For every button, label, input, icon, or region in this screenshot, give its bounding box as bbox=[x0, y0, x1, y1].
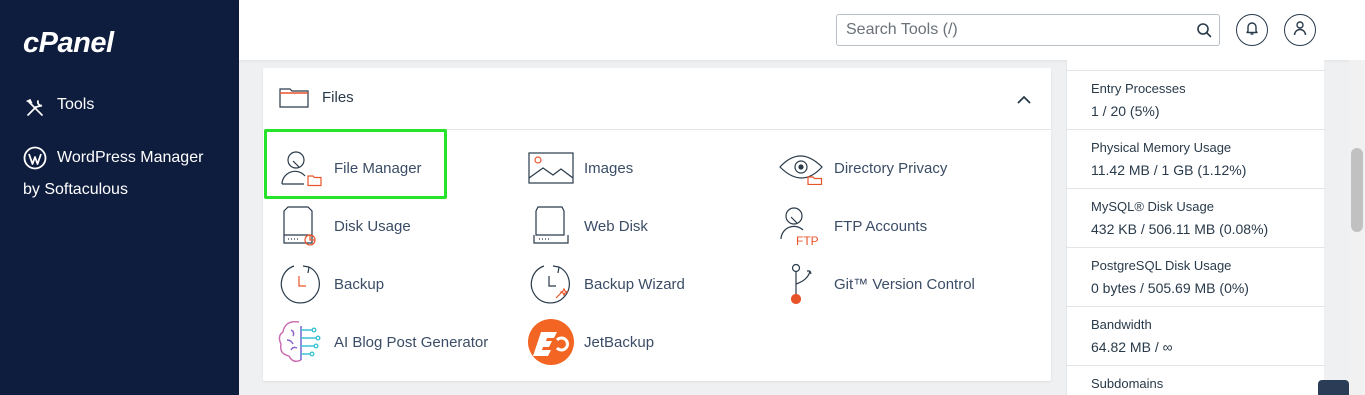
wordpress-icon bbox=[23, 146, 47, 170]
stat-value: 0 bytes / 505.69 MB (0%) bbox=[1091, 280, 1249, 296]
tool-directory-privacy[interactable]: Directory Privacy bbox=[777, 144, 947, 192]
stat-value: 64.82 MB / ∞ bbox=[1091, 339, 1173, 355]
tool-label: Backup Wizard bbox=[584, 275, 685, 293]
chevron-up-icon[interactable] bbox=[1017, 91, 1031, 109]
tool-jetbackup[interactable]: JetBackup bbox=[527, 318, 654, 366]
stat-label: MySQL® Disk Usage bbox=[1091, 199, 1214, 214]
stat-label: Bandwidth bbox=[1091, 317, 1152, 332]
tool-label: Directory Privacy bbox=[834, 159, 948, 177]
stat-physical-memory: Physical Memory Usage 11.42 MB / 1 GB (1… bbox=[1067, 129, 1325, 188]
search-input[interactable] bbox=[846, 21, 1189, 39]
sidebar-item-label-line2: by Softaculous bbox=[23, 181, 128, 198]
stat-value: 432 KB / 506.11 MB (0.08%) bbox=[1091, 221, 1269, 237]
tool-label: Web Disk bbox=[584, 217, 648, 235]
statistics-panel: Entry Processes 1 / 20 (5%) Physical Mem… bbox=[1066, 60, 1325, 395]
scrollbar-thumb[interactable] bbox=[1351, 148, 1363, 232]
stat-value: 11.42 MB / 1 GB (1.12%) bbox=[1091, 162, 1247, 178]
tools-icon bbox=[23, 96, 47, 120]
backup-icon bbox=[277, 260, 325, 308]
sidebar: cPanel Tools WordPress Manager by Softac… bbox=[0, 0, 239, 395]
tool-backup-wizard[interactable]: Backup Wizard bbox=[527, 260, 685, 308]
tool-label: AI Blog Post Generator bbox=[334, 333, 489, 351]
tool-ftp-accounts[interactable]: FTP FTP Accounts bbox=[777, 202, 927, 250]
tool-label: Disk Usage bbox=[334, 217, 411, 235]
top-header bbox=[239, 0, 1365, 60]
tool-web-disk[interactable]: Web Disk bbox=[527, 202, 648, 250]
user-icon bbox=[1293, 20, 1307, 41]
tool-label: Images bbox=[584, 159, 634, 177]
user-menu-button[interactable] bbox=[1284, 14, 1316, 46]
tool-git-version-control[interactable]: Git™ Version Control bbox=[777, 260, 975, 308]
files-panel: Files File Manager Images Directory Priv… bbox=[263, 68, 1051, 381]
stat-bandwidth: Bandwidth 64.82 MB / ∞ bbox=[1067, 306, 1325, 365]
ai-blog-icon bbox=[277, 318, 325, 366]
tool-disk-usage[interactable]: Disk Usage bbox=[277, 202, 411, 250]
tool-label: Git™ Version Control bbox=[834, 275, 975, 293]
folder-icon bbox=[279, 86, 309, 113]
files-panel-header[interactable]: Files bbox=[263, 68, 1051, 130]
backup-wizard-icon bbox=[527, 260, 575, 308]
stat-subdomains: Subdomains bbox=[1067, 365, 1325, 395]
jetbackup-icon bbox=[527, 318, 575, 366]
stat-label: Entry Processes bbox=[1091, 81, 1186, 96]
ftp-accounts-icon: FTP bbox=[777, 202, 825, 250]
git-icon bbox=[777, 260, 825, 308]
stat-postgresql-disk-usage: PostgreSQL Disk Usage 0 bytes / 505.69 M… bbox=[1067, 247, 1325, 306]
stat-label: Physical Memory Usage bbox=[1091, 140, 1232, 155]
sidebar-item-label: WordPress Manager bbox=[57, 149, 204, 166]
directory-privacy-icon bbox=[777, 144, 825, 192]
stat-mysql-disk-usage: MySQL® Disk Usage 432 KB / 506.11 MB (0.… bbox=[1067, 188, 1325, 247]
tool-backup[interactable]: Backup bbox=[277, 260, 384, 308]
file-manager-highlight bbox=[264, 129, 447, 199]
tool-label: JetBackup bbox=[584, 333, 655, 351]
stat-value: 1 / 20 (5%) bbox=[1091, 103, 1160, 119]
svg-text:FTP: FTP bbox=[796, 234, 819, 247]
stat-label: PostgreSQL Disk Usage bbox=[1091, 258, 1232, 273]
stat-label: Subdomains bbox=[1091, 376, 1164, 391]
scroll-to-top-button[interactable] bbox=[1318, 380, 1349, 395]
search-box[interactable] bbox=[836, 14, 1220, 46]
tool-ai-blog-post-generator[interactable]: AI Blog Post Generator bbox=[277, 318, 488, 366]
search-icon[interactable] bbox=[1189, 22, 1219, 38]
images-icon bbox=[527, 144, 575, 192]
disk-usage-icon bbox=[277, 202, 325, 250]
sidebar-item-tools[interactable]: Tools bbox=[23, 96, 94, 120]
stat-entry-processes: Entry Processes 1 / 20 (5%) bbox=[1067, 70, 1325, 129]
sidebar-item-label: Tools bbox=[57, 96, 95, 113]
tool-images[interactable]: Images bbox=[527, 144, 633, 192]
tool-label: Backup bbox=[334, 275, 385, 293]
tool-label: FTP Accounts bbox=[834, 217, 928, 235]
notifications-button[interactable] bbox=[1236, 14, 1268, 46]
files-panel-title: Files bbox=[322, 89, 354, 106]
web-disk-icon bbox=[527, 202, 575, 250]
bell-icon bbox=[1245, 20, 1259, 41]
sidebar-item-wordpress-manager[interactable]: WordPress Manager by Softaculous bbox=[23, 142, 223, 206]
cpanel-logo[interactable]: cPanel bbox=[23, 27, 114, 60]
